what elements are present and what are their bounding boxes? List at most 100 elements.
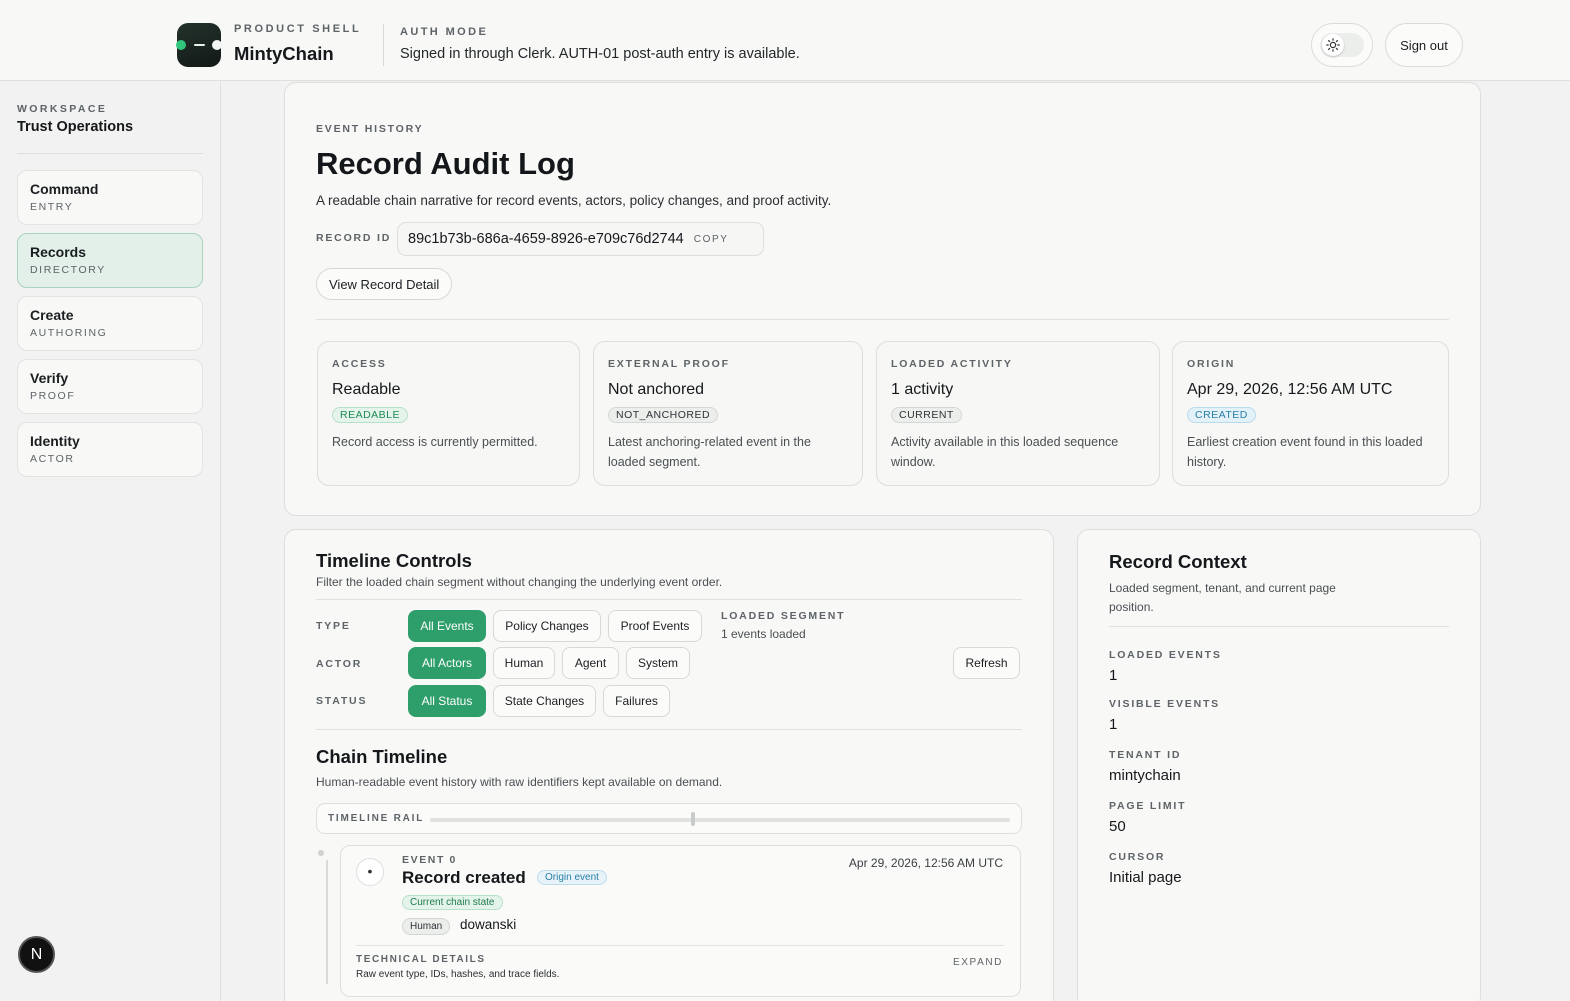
sign-out-button[interactable]: Sign out [1385, 23, 1463, 67]
filter-all-events[interactable]: All Events [408, 610, 486, 642]
filter-human[interactable]: Human [493, 647, 555, 679]
event-marker-icon: • [356, 858, 384, 886]
stat-description: Latest anchoring-related event in the lo… [608, 435, 811, 469]
origin-event-badge: Origin event [537, 870, 607, 885]
status-filter-label: STATUS [316, 695, 368, 707]
event-card[interactable]: • EVENT 0 Record created Origin event Ap… [340, 845, 1021, 997]
sidebar-item-sub: DIRECTORY [30, 264, 106, 276]
record-id-value: 89c1b73b-686a-4659-8926-e709c76d2744 [408, 231, 684, 247]
copy-record-id-button[interactable]: COPY [694, 234, 729, 245]
status-badge: NOT_ANCHORED [608, 407, 719, 423]
sidebar-item-command[interactable]: Command ENTRY [17, 170, 203, 225]
sidebar-item-identity[interactable]: Identity ACTOR [17, 422, 203, 477]
event-eyebrow: EVENT 0 [402, 854, 457, 866]
stat-external-proof: EXTERNAL PROOF Not anchored NOT_ANCHORED… [593, 341, 863, 486]
timeline-line [326, 860, 328, 984]
actor-name: dowanski [460, 917, 517, 932]
logo-white-dot [212, 40, 222, 50]
audit-divider [316, 319, 1449, 320]
header-divider [383, 24, 384, 66]
sidebar-item-records[interactable]: Records DIRECTORY [17, 233, 203, 288]
filter-failures[interactable]: Failures [603, 685, 670, 717]
record-audit-card: EVENT HISTORY Record Audit Log A readabl… [284, 82, 1481, 516]
loaded-events-label: LOADED EVENTS [1109, 649, 1222, 661]
timeline-rail-label: TIMELINE RAIL [328, 813, 425, 824]
sidebar-item-label: Identity [30, 433, 80, 449]
sidebar-item-label: Create [30, 307, 74, 323]
sidebar-item-label: Command [30, 181, 99, 197]
stat-description: Activity available in this loaded sequen… [891, 435, 1119, 469]
timeline-card: Timeline Controls Filter the loaded chai… [284, 529, 1054, 1001]
timeline-dot [318, 850, 324, 856]
sidebar-item-create[interactable]: Create AUTHORING [17, 296, 203, 351]
filter-all-status[interactable]: All Status [408, 685, 486, 717]
expand-technical-details-button[interactable]: EXPAND [953, 957, 1003, 968]
event-timestamp: Apr 29, 2026, 12:56 AM UTC [848, 856, 1003, 870]
sidebar: WORKSPACE Trust Operations Command ENTRY… [0, 81, 221, 1001]
cursor-value: Initial page [1109, 869, 1182, 886]
dev-tools-badge[interactable]: N [18, 936, 55, 973]
status-badge: CREATED [1187, 407, 1256, 423]
controls-divider [316, 599, 1022, 600]
brand-name: MintyChain [234, 43, 334, 64]
stat-eyebrow: ORIGIN [1187, 358, 1236, 370]
refresh-button[interactable]: Refresh [953, 647, 1020, 679]
sidebar-item-label: Records [30, 244, 87, 260]
stat-value: Readable [332, 381, 401, 398]
filter-agent[interactable]: Agent [562, 647, 619, 679]
type-filter-label: TYPE [316, 620, 351, 632]
loaded-events-value: 1 [1109, 667, 1118, 684]
record-context-description: Loaded segment, tenant, and current page… [1109, 581, 1336, 614]
timeline-controls-description: Filter the loaded chain segment without … [316, 575, 723, 589]
filter-all-actors[interactable]: All Actors [408, 647, 486, 679]
stat-value: Apr 29, 2026, 12:56 AM UTC [1187, 381, 1393, 398]
filter-policy-changes[interactable]: Policy Changes [493, 610, 601, 642]
stat-access: ACCESS Readable READABLE Record access i… [317, 341, 580, 486]
timeline-divider [316, 729, 1022, 730]
stat-value: 1 activity [891, 381, 954, 398]
status-badge: READABLE [332, 407, 409, 423]
visible-events-value: 1 [1109, 716, 1118, 733]
logo-green-dot [176, 40, 186, 50]
page-limit-value: 50 [1109, 818, 1126, 835]
filter-system[interactable]: System [626, 647, 690, 679]
top-bar: PRODUCT SHELL MintyChain AUTH MODE Signe… [0, 0, 1570, 81]
loaded-segment-value: 1 events loaded [721, 627, 806, 641]
page-title: Record Audit Log [316, 146, 575, 181]
page-eyebrow: EVENT HISTORY [316, 123, 424, 135]
stat-origin: ORIGIN Apr 29, 2026, 12:56 AM UTC CREATE… [1172, 341, 1449, 486]
tenant-id-label: TENANT ID [1109, 749, 1182, 761]
stat-eyebrow: EXTERNAL PROOF [608, 358, 730, 370]
sidebar-item-sub: ENTRY [30, 201, 74, 213]
actor-filter-label: ACTOR [316, 658, 363, 670]
auth-mode-text: Signed in through Clerk. AUTH-01 post-au… [400, 46, 800, 62]
view-record-detail-button[interactable]: View Record Detail [316, 268, 453, 300]
sidebar-divider [17, 153, 203, 154]
actor-type-badge: Human [402, 918, 451, 935]
filter-state-changes[interactable]: State Changes [493, 685, 596, 717]
stat-description: Record access is currently permitted. [332, 435, 538, 449]
context-divider [1109, 626, 1449, 627]
timeline-rail-handle[interactable] [691, 812, 695, 826]
sidebar-item-sub: AUTHORING [30, 327, 108, 339]
record-id-label: RECORD ID [316, 232, 392, 244]
sidebar-item-verify[interactable]: Verify PROOF [17, 359, 203, 414]
sidebar-item-label: Verify [30, 370, 69, 386]
chain-timeline-description: Human-readable event history with raw id… [316, 775, 723, 789]
auth-mode-eyebrow: AUTH MODE [400, 26, 489, 38]
filter-proof-events[interactable]: Proof Events [608, 610, 702, 642]
record-context-card: Record Context Loaded segment, tenant, a… [1077, 529, 1481, 1001]
chain-state-badge: Current chain state [402, 895, 503, 910]
record-context-title: Record Context [1109, 551, 1247, 572]
theme-toggle[interactable] [1311, 23, 1373, 67]
stat-loaded-activity: LOADED ACTIVITY 1 activity CURRENT Activ… [876, 341, 1160, 486]
stat-description: Earliest creation event found in this lo… [1187, 435, 1423, 469]
timeline-rail[interactable]: TIMELINE RAIL [316, 803, 1022, 834]
event-divider [356, 945, 1004, 946]
technical-details-description: Raw event type, IDs, hashes, and trace f… [356, 969, 560, 980]
workspace-name: Trust Operations [17, 119, 134, 135]
mintychain-logo[interactable] [176, 23, 222, 67]
visible-events-label: VISIBLE EVENTS [1109, 698, 1220, 710]
cursor-label: CURSOR [1109, 851, 1166, 863]
status-badge: CURRENT [891, 407, 962, 423]
